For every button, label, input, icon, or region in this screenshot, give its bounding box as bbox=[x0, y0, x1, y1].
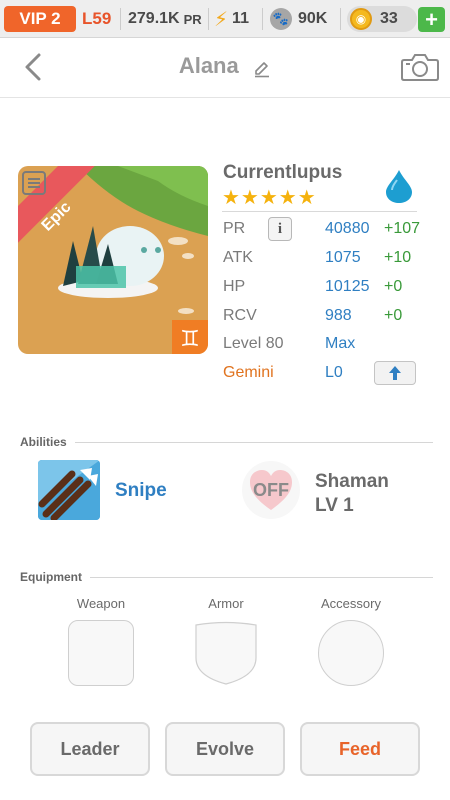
arrows-icon bbox=[38, 460, 100, 520]
accessory-slot-label: Accessory bbox=[321, 596, 381, 611]
level-value: Max bbox=[325, 335, 356, 352]
energy-value: 11 bbox=[232, 10, 249, 27]
level-row: Level 80 Max bbox=[223, 335, 433, 357]
camera-icon[interactable] bbox=[400, 52, 440, 82]
page-title: Alana bbox=[178, 53, 239, 78]
stat-bonus: +0 bbox=[384, 278, 403, 295]
stat-row-atk: ATK 1075 +10 bbox=[223, 249, 433, 271]
ability-level: LV 1 bbox=[315, 495, 354, 516]
pet-portrait[interactable]: ♊ Epic bbox=[18, 166, 208, 354]
power-rating-value: 279.1K bbox=[128, 10, 180, 27]
accessory-slot[interactable] bbox=[318, 620, 384, 686]
ability-name-line: Shaman bbox=[315, 471, 389, 492]
divider bbox=[208, 8, 209, 30]
stat-value: 988 bbox=[325, 307, 352, 324]
paw-icon: 🐾 bbox=[270, 8, 292, 30]
stat-value: 40880 bbox=[325, 220, 370, 237]
stat-bonus: +107 bbox=[384, 220, 421, 237]
stat-row-pr: PR i 40880 +107 bbox=[223, 217, 433, 242]
feed-button[interactable]: Feed bbox=[300, 722, 420, 776]
zodiac-row: Gemini L0 bbox=[223, 361, 433, 386]
paw-value: 90K bbox=[298, 10, 328, 27]
status-bar: VIP 2 L59 279.1K PR ⚡ 11 🐾 90K ◉ 33 + bbox=[0, 0, 450, 38]
power-rating-unit: PR bbox=[183, 11, 202, 27]
star-rating: ★★★★★ bbox=[222, 187, 317, 209]
stat-value: 10125 bbox=[325, 278, 370, 295]
stat-row-hp: HP 10125 +0 bbox=[223, 278, 433, 300]
level-label: Level 80 bbox=[223, 335, 284, 352]
upgrade-button[interactable] bbox=[374, 361, 416, 385]
pet-species-name: Currentlupus bbox=[223, 162, 343, 183]
coin-icon: ◉ bbox=[350, 8, 372, 30]
divider bbox=[262, 8, 263, 30]
armor-slot-label: Armor bbox=[208, 596, 244, 611]
stat-bonus: +0 bbox=[384, 307, 403, 324]
abilities-section-label: Abilities bbox=[20, 435, 75, 449]
svg-text:♊: ♊ bbox=[180, 327, 200, 352]
stat-label: PR bbox=[223, 220, 246, 237]
equipment-section-label: Equipment bbox=[20, 570, 90, 584]
stat-label: HP bbox=[223, 278, 246, 295]
energy-counter: ⚡ 11 bbox=[214, 6, 249, 32]
zodiac-level: L0 bbox=[325, 364, 343, 381]
lightning-icon: ⚡ bbox=[214, 8, 229, 31]
leader-button[interactable]: Leader bbox=[30, 722, 150, 776]
evolve-button[interactable]: Evolve bbox=[165, 722, 285, 776]
header: Alana bbox=[0, 38, 450, 98]
stat-value: 1075 bbox=[325, 249, 361, 266]
ability-name[interactable]: Shaman LV 1 bbox=[315, 470, 389, 518]
snipe-ability-icon[interactable] bbox=[38, 460, 100, 520]
stat-label: RCV bbox=[223, 307, 257, 324]
stat-label: ATK bbox=[223, 249, 253, 266]
info-icon[interactable]: i bbox=[268, 217, 292, 241]
pencil-icon[interactable] bbox=[253, 60, 271, 78]
divider bbox=[222, 211, 417, 212]
ability-name[interactable]: Snipe bbox=[115, 480, 167, 502]
divider bbox=[340, 8, 341, 30]
armor-slot[interactable] bbox=[193, 620, 259, 686]
divider bbox=[120, 8, 121, 30]
power-rating: 279.1K PR bbox=[128, 6, 202, 32]
title-area: Alana bbox=[0, 53, 450, 79]
coin-value: 33 bbox=[380, 10, 398, 27]
pet-portrait-art: ♊ bbox=[18, 166, 208, 354]
player-level: L59 bbox=[82, 9, 112, 28]
stat-row-rcv: RCV 988 +0 bbox=[223, 307, 433, 329]
weapon-slot[interactable] bbox=[68, 620, 134, 686]
water-drop-icon bbox=[386, 170, 412, 203]
ability-off-label: OFF bbox=[253, 480, 289, 500]
coin-counter: ◉ 33 bbox=[347, 6, 417, 32]
plus-icon[interactable]: + bbox=[418, 7, 445, 32]
vip-badge[interactable]: VIP 2 bbox=[4, 6, 76, 32]
zodiac-label[interactable]: Gemini bbox=[223, 364, 274, 382]
divider bbox=[20, 442, 433, 443]
arrow-up-icon bbox=[389, 366, 401, 380]
paw-counter: 🐾 90K bbox=[270, 6, 327, 32]
stat-bonus: +10 bbox=[384, 249, 412, 266]
weapon-slot-label: Weapon bbox=[76, 596, 126, 611]
